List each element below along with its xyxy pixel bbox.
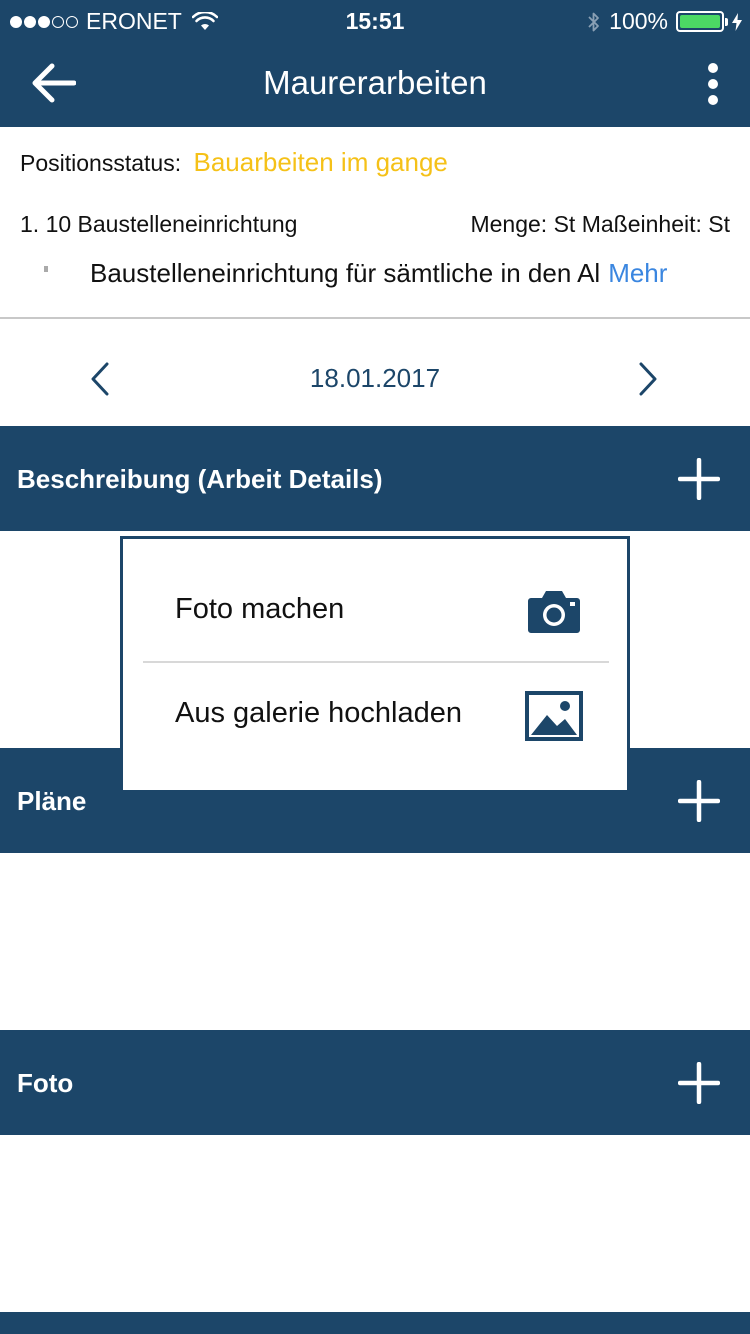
date-navigator: 18.01.2017 xyxy=(0,321,750,426)
section-title: Pläne xyxy=(17,786,87,816)
add-photo-button[interactable] xyxy=(678,1062,720,1104)
navigation-bar: Maurerarbeiten xyxy=(0,40,750,127)
add-plan-button[interactable] xyxy=(678,780,720,822)
description-marker xyxy=(44,265,48,272)
position-number: 1. 10 Baustelleneinrichtung xyxy=(20,211,298,237)
camera-icon xyxy=(528,591,580,633)
upload-from-gallery-label: Aus galerie hochladen xyxy=(175,697,462,729)
position-status: Positionsstatus: Bauarbeiten im gange xyxy=(20,147,448,178)
position-quantity-unit: Menge: St Maßeinheit: St xyxy=(470,211,730,237)
position-description-text: Baustelleneinrichtung für sämtliche in d… xyxy=(90,258,601,288)
position-status-value: Bauarbeiten im gange xyxy=(193,147,448,177)
section-title: Beschreibung (Arbeit Details) xyxy=(17,464,383,494)
popup-divider xyxy=(143,661,609,663)
section-beschreibung: Beschreibung (Arbeit Details) xyxy=(0,426,750,531)
add-description-button[interactable] xyxy=(678,458,720,500)
status-bar: ERONET 15:51 100% xyxy=(0,0,750,40)
battery-percent: 100% xyxy=(609,8,668,34)
image-icon xyxy=(525,691,583,741)
section-foto: Foto xyxy=(0,1030,750,1135)
status-bar-right: 100% xyxy=(587,8,742,35)
photo-source-popup: Foto machen Aus galerie hochladen xyxy=(120,536,630,790)
app-header: ERONET 15:51 100% Maurerarbeiten xyxy=(0,0,750,127)
chevron-right-icon[interactable] xyxy=(633,361,663,397)
section-next-header xyxy=(0,1312,750,1334)
take-photo-label: Foto machen xyxy=(175,593,345,625)
more-vertical-icon[interactable] xyxy=(702,62,724,106)
position-info: Positionsstatus: Bauarbeiten im gange 1.… xyxy=(0,127,750,319)
bluetooth-icon xyxy=(588,12,600,31)
position-description: Baustelleneinrichtung für sämtliche in d… xyxy=(44,258,744,289)
battery-icon xyxy=(676,11,728,32)
section-title: Foto xyxy=(17,1068,74,1098)
more-link[interactable]: Mehr xyxy=(608,258,667,289)
upload-from-gallery-option[interactable]: Aus galerie hochladen xyxy=(123,665,627,769)
position-status-label: Positionsstatus: xyxy=(20,150,182,176)
charging-icon xyxy=(732,12,742,31)
take-photo-option[interactable]: Foto machen xyxy=(123,561,627,665)
page-title: Maurerarbeiten xyxy=(263,64,487,101)
